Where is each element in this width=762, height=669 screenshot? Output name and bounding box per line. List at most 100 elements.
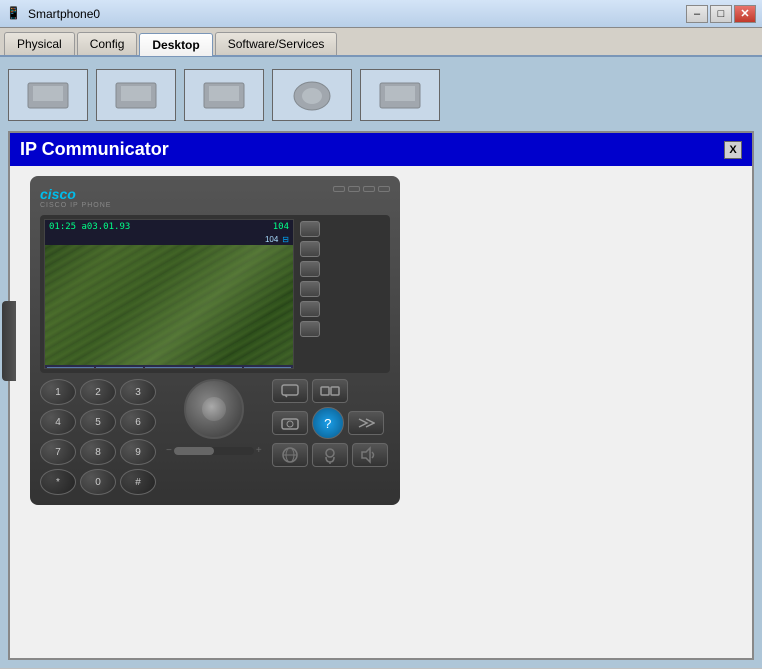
volume-plus-icon[interactable]: + [256, 445, 262, 456]
cisco-logo: cisco [40, 186, 111, 202]
screen-softkeys: Redial NewCall CFwdAll PickUp more [45, 365, 293, 369]
messages-icon [281, 384, 299, 398]
tab-config[interactable]: Config [77, 32, 138, 55]
function-buttons: ? [272, 379, 388, 467]
phone-wrapper: cisco CISCO IP PHONE [20, 176, 400, 505]
phone-screen-container: 01:25 a03.01.93 104 104 ⊟ Redial NewCall [40, 215, 390, 373]
screen-header: 01:25 a03.01.93 104 [45, 220, 293, 234]
tab-desktop[interactable]: Desktop [139, 33, 212, 56]
mute-button[interactable] [312, 443, 348, 467]
phone-side-buttons [298, 219, 322, 369]
ip-panel-header: IP Communicator X [10, 133, 752, 166]
phone-body: cisco CISCO IP PHONE [30, 176, 400, 505]
app-icon: 📱 [6, 6, 22, 22]
globe-icon [281, 446, 299, 464]
side-button-5[interactable] [300, 301, 320, 317]
ip-communicator-panel: IP Communicator X cisco CISCO IP PHONE [8, 131, 754, 660]
thumbnail-icon-4 [287, 78, 337, 113]
title-bar-left: 📱 Smartphone0 [6, 6, 100, 22]
cisco-model: CISCO IP PHONE [40, 202, 111, 209]
ip-panel-close-button[interactable]: X [724, 141, 742, 159]
transfer-icon [320, 384, 340, 398]
side-button-3[interactable] [300, 261, 320, 277]
key-2[interactable]: 2 [80, 379, 116, 405]
thumbnail-1[interactable] [8, 69, 88, 121]
indicator-1 [333, 186, 345, 192]
softkey-redial[interactable]: Redial [47, 367, 94, 369]
keypad: 1 2 3 4 5 6 7 8 9 * 0 # [40, 379, 156, 495]
maximize-button[interactable]: □ [710, 5, 732, 23]
key-7[interactable]: 7 [40, 439, 76, 465]
thumbnail-2[interactable] [96, 69, 176, 121]
screen-status: 104 [265, 235, 278, 244]
volume-minus-icon[interactable]: − [166, 445, 172, 456]
key-6[interactable]: 6 [120, 409, 156, 435]
key-8[interactable]: 8 [80, 439, 116, 465]
key-4[interactable]: 4 [40, 409, 76, 435]
thumbnails-strip [8, 65, 754, 125]
func-row-3 [272, 443, 388, 467]
window-title: Smartphone0 [28, 7, 100, 21]
phone-top: cisco CISCO IP PHONE [40, 186, 390, 209]
side-button-2[interactable] [300, 241, 320, 257]
main-content: IP Communicator X cisco CISCO IP PHONE [0, 57, 762, 668]
func-row-1 [272, 379, 388, 403]
volume-slider[interactable] [174, 447, 254, 455]
messages-button[interactable] [272, 379, 308, 403]
forward-button[interactable] [348, 411, 384, 435]
side-button-4[interactable] [300, 281, 320, 297]
softkey-newcall[interactable]: NewCall [96, 367, 143, 369]
nav-ring[interactable] [184, 379, 244, 439]
thumbnail-icon-3 [199, 78, 249, 113]
mute-icon [321, 446, 339, 464]
transfer-button[interactable] [312, 379, 348, 403]
key-0[interactable]: 0 [80, 469, 116, 495]
close-button[interactable]: ✕ [734, 5, 756, 23]
cisco-logo-area: cisco CISCO IP PHONE [40, 186, 111, 209]
phone-bottom: 1 2 3 4 5 6 7 8 9 * 0 # [40, 379, 390, 495]
softkey-cfwdall[interactable]: CFwdAll [145, 367, 192, 369]
thumbnail-icon-5 [375, 78, 425, 113]
title-bar: 📱 Smartphone0 – □ ✕ [0, 0, 762, 28]
nav-and-func: − + [166, 379, 262, 456]
key-9[interactable]: 9 [120, 439, 156, 465]
forward-icon [357, 416, 375, 430]
phone-indicators [333, 186, 390, 192]
screen-time: 01:25 a03.01.93 [49, 222, 130, 232]
thumbnail-3[interactable] [184, 69, 264, 121]
nav-center [202, 397, 226, 421]
func-row-2: ? [272, 407, 388, 439]
softkey-more[interactable]: more [244, 367, 291, 369]
indicator-4 [378, 186, 390, 192]
screen-video [45, 245, 293, 365]
tab-bar: Physical Config Desktop Software/Service… [0, 28, 762, 57]
indicator-3 [363, 186, 375, 192]
ip-panel-body: cisco CISCO IP PHONE [10, 166, 752, 515]
key-star[interactable]: * [40, 469, 76, 495]
key-5[interactable]: 5 [80, 409, 116, 435]
speaker-button[interactable] [352, 443, 388, 467]
key-pound[interactable]: # [120, 469, 156, 495]
tab-physical[interactable]: Physical [4, 32, 75, 55]
screen-icon: ⊟ [282, 235, 289, 244]
side-button-1[interactable] [300, 221, 320, 237]
speaker-icon [360, 446, 380, 464]
volume-area: − + [166, 445, 262, 456]
tab-software-services[interactable]: Software/Services [215, 32, 338, 55]
screen-status-row: 104 ⊟ [45, 234, 293, 245]
key-3[interactable]: 3 [120, 379, 156, 405]
help-button[interactable]: ? [312, 407, 344, 439]
side-button-6[interactable] [300, 321, 320, 337]
nav-cluster [166, 379, 262, 439]
key-1[interactable]: 1 [40, 379, 76, 405]
softkey-pickup[interactable]: PickUp [195, 367, 242, 369]
ip-panel-title: IP Communicator [20, 139, 169, 160]
minimize-button[interactable]: – [686, 5, 708, 23]
thumbnail-4[interactable] [272, 69, 352, 121]
thumbnail-5[interactable] [360, 69, 440, 121]
camera-button[interactable] [272, 411, 308, 435]
globe-button[interactable] [272, 443, 308, 467]
phone-handset-left [2, 301, 16, 381]
screen-line: 104 [273, 222, 289, 232]
indicator-2 [348, 186, 360, 192]
